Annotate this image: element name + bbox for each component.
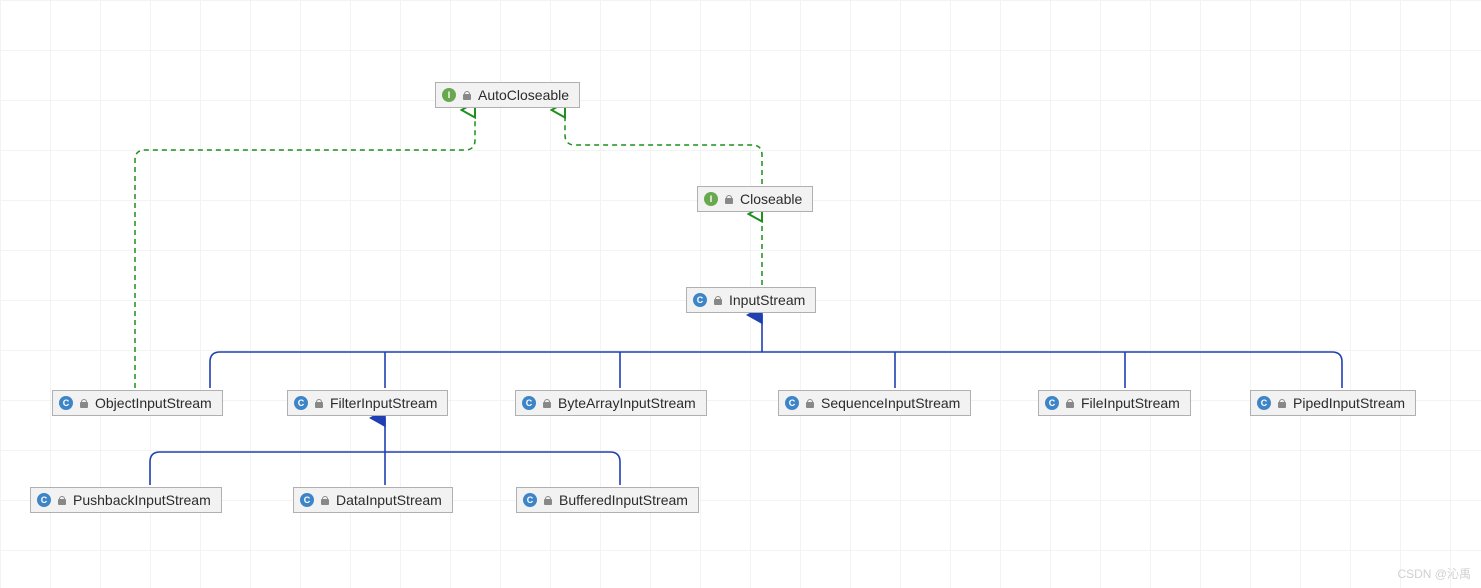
interface-icon: I [442,88,456,102]
node-label: Closeable [740,191,802,207]
lock-icon [805,398,815,408]
lock-icon [713,295,723,305]
class-icon: C [59,396,73,410]
node-sequenceinputstream[interactable]: C SequenceInputStream [778,390,971,416]
node-label: ObjectInputStream [95,395,212,411]
interface-icon: I [704,192,718,206]
class-icon: C [785,396,799,410]
class-icon: C [37,493,51,507]
lock-icon [543,495,553,505]
node-pushbackinputstream[interactable]: C PushbackInputStream [30,487,222,513]
node-bufferedinputstream[interactable]: C BufferedInputStream [516,487,699,513]
lock-icon [1277,398,1287,408]
class-icon: C [1257,396,1271,410]
lock-icon [79,398,89,408]
lock-icon [724,194,734,204]
node-bytearrayinputstream[interactable]: C ByteArrayInputStream [515,390,707,416]
class-icon: C [300,493,314,507]
node-label: AutoCloseable [478,87,569,103]
node-label: ByteArrayInputStream [558,395,696,411]
node-fileinputstream[interactable]: C FileInputStream [1038,390,1191,416]
class-icon: C [294,396,308,410]
class-icon: C [1045,396,1059,410]
node-filterinputstream[interactable]: C FilterInputStream [287,390,448,416]
class-icon: C [522,396,536,410]
node-label: InputStream [729,292,805,308]
node-closeable[interactable]: I Closeable [697,186,813,212]
watermark: CSDN @沁禹 [1397,565,1471,582]
node-autocloseable[interactable]: I AutoCloseable [435,82,580,108]
lock-icon [542,398,552,408]
lock-icon [462,90,472,100]
node-inputstream[interactable]: C InputStream [686,287,816,313]
node-label: DataInputStream [336,492,442,508]
class-icon: C [693,293,707,307]
node-label: FilterInputStream [330,395,437,411]
node-label: BufferedInputStream [559,492,688,508]
node-pipedinputstream[interactable]: C PipedInputStream [1250,390,1416,416]
lock-icon [57,495,67,505]
node-label: PushbackInputStream [73,492,211,508]
class-icon: C [523,493,537,507]
lock-icon [314,398,324,408]
node-label: FileInputStream [1081,395,1180,411]
node-label: SequenceInputStream [821,395,960,411]
node-objectinputstream[interactable]: C ObjectInputStream [52,390,223,416]
node-datainputstream[interactable]: C DataInputStream [293,487,453,513]
lock-icon [320,495,330,505]
node-label: PipedInputStream [1293,395,1405,411]
lock-icon [1065,398,1075,408]
